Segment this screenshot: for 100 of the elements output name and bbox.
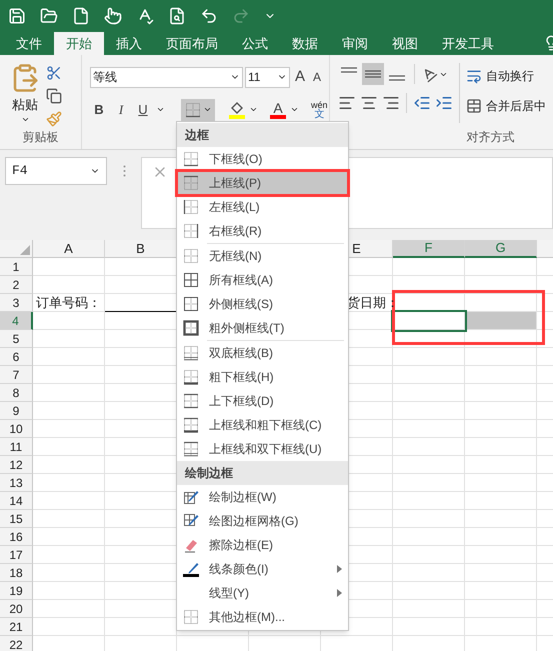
row-header[interactable]: 9 (0, 402, 33, 420)
grid-cell[interactable] (33, 582, 105, 600)
ribbon-tab[interactable]: 开发工具 (430, 32, 506, 55)
menu-item[interactable]: 粗下框线(H) (177, 365, 348, 389)
grid-cell[interactable] (33, 438, 105, 456)
row-header[interactable]: 2 (0, 276, 33, 294)
row-header[interactable]: 3 (0, 294, 33, 312)
row-header[interactable]: 21 (0, 618, 33, 636)
align-right-icon[interactable] (382, 94, 400, 112)
grid-cell[interactable] (465, 528, 537, 546)
grid-cell[interactable] (33, 564, 105, 582)
column-header[interactable]: G (465, 240, 537, 258)
grid-cell[interactable] (33, 474, 105, 492)
ribbon-tab[interactable]: 开始 (54, 32, 104, 55)
menu-item[interactable]: 上框线和双下框线(U) (177, 437, 348, 461)
shrink-font-button[interactable]: A (310, 68, 324, 86)
borders-button[interactable] (181, 98, 215, 120)
grid-cell[interactable] (393, 456, 465, 474)
grid-cell[interactable] (465, 438, 537, 456)
ribbon-tab[interactable]: 文件 (4, 32, 54, 55)
ribbon-tab[interactable]: 数据 (280, 32, 330, 55)
redo-icon[interactable] (232, 7, 250, 25)
menu-item[interactable]: 线条颜色(I) (177, 557, 348, 581)
ribbon-tab[interactable]: 插入 (104, 32, 154, 55)
grid-cell[interactable] (465, 582, 537, 600)
font-name-field[interactable]: 等线 (90, 66, 243, 88)
row-header[interactable]: 19 (0, 582, 33, 600)
menu-item[interactable]: 擦除边框(E) (177, 533, 348, 557)
grid-cell[interactable] (33, 330, 105, 348)
grid-cell[interactable] (393, 546, 465, 564)
row-header[interactable]: 13 (0, 474, 33, 492)
grid-cell[interactable] (33, 528, 105, 546)
menu-item[interactable]: 右框线(R) (177, 219, 348, 243)
row-header[interactable]: 8 (0, 384, 33, 402)
row-header[interactable]: 1 (0, 258, 33, 276)
grid-cell[interactable] (393, 384, 465, 402)
ribbon-tab[interactable]: 视图 (380, 32, 430, 55)
row-header[interactable]: 18 (0, 564, 33, 582)
grid-cell[interactable] (33, 510, 105, 528)
align-left-icon[interactable] (338, 94, 356, 112)
grid-cell[interactable] (465, 474, 537, 492)
grid-cell[interactable]: 订单号码： (33, 294, 105, 312)
grid-cell[interactable] (33, 420, 105, 438)
grid-cell[interactable] (393, 564, 465, 582)
row-header[interactable]: 12 (0, 456, 33, 474)
grid-cell[interactable] (393, 348, 465, 366)
grid-cell[interactable] (393, 258, 465, 276)
italic-button[interactable]: I (112, 100, 130, 120)
grid-cell[interactable] (393, 510, 465, 528)
row-header[interactable]: 10 (0, 420, 33, 438)
folder-icon[interactable] (40, 7, 58, 25)
row-header[interactable]: 6 (0, 348, 33, 366)
row-header[interactable]: 14 (0, 492, 33, 510)
column-header[interactable]: B (105, 240, 177, 258)
grid-cell[interactable] (33, 312, 105, 330)
grid-cell[interactable] (33, 492, 105, 510)
decrease-indent-icon[interactable] (413, 94, 431, 112)
grid-cell[interactable] (465, 456, 537, 474)
row-header[interactable]: 17 (0, 546, 33, 564)
underline-button[interactable]: U (134, 100, 152, 120)
selected-cell[interactable] (393, 312, 465, 330)
increase-indent-icon[interactable] (435, 94, 453, 112)
fill-color-icon[interactable] (229, 100, 245, 118)
file-icon[interactable] (72, 7, 90, 25)
ribbon-tab[interactable]: 公式 (230, 32, 280, 55)
grid-cell[interactable] (33, 384, 105, 402)
hand-pointer-icon[interactable] (104, 7, 122, 25)
column-header[interactable] (537, 240, 553, 258)
grid-cell[interactable] (393, 528, 465, 546)
grid-cell[interactable] (465, 276, 537, 294)
grid-cell[interactable] (33, 600, 105, 618)
grow-font-button[interactable]: A (292, 66, 308, 88)
grid-cell[interactable] (465, 546, 537, 564)
grid-cell[interactable] (465, 330, 537, 348)
align-center-icon[interactable] (360, 94, 378, 112)
row-header[interactable]: 4 (0, 312, 33, 330)
menu-item[interactable]: 上框线和粗下框线(C) (177, 413, 348, 437)
grid-cell[interactable] (393, 420, 465, 438)
grid-cell[interactable] (33, 402, 105, 420)
grid-cell[interactable] (393, 438, 465, 456)
caret-icon[interactable] (156, 105, 165, 114)
middle-align-icon[interactable] (362, 63, 384, 85)
row-header[interactable]: 11 (0, 438, 33, 456)
grid-cell[interactable] (465, 510, 537, 528)
grid-cell[interactable] (465, 420, 537, 438)
name-box[interactable]: F4 (5, 157, 107, 185)
merge-center-button[interactable]: 合并后居中 (466, 97, 546, 115)
grid-cell[interactable] (465, 366, 537, 384)
row-header[interactable]: 16 (0, 528, 33, 546)
column-header[interactable]: A (33, 240, 105, 258)
grid-cell[interactable] (33, 348, 105, 366)
grid-cell[interactable] (465, 258, 537, 276)
grid-cell[interactable] (33, 618, 105, 636)
bold-button[interactable]: B (90, 100, 108, 120)
grid-cell[interactable] (393, 330, 465, 348)
undo-icon[interactable] (200, 7, 218, 25)
grid-cell[interactable] (465, 384, 537, 402)
font-size-field[interactable]: 11 (245, 66, 290, 88)
grid-cell[interactable] (465, 600, 537, 618)
select-all-corner[interactable] (0, 240, 33, 258)
